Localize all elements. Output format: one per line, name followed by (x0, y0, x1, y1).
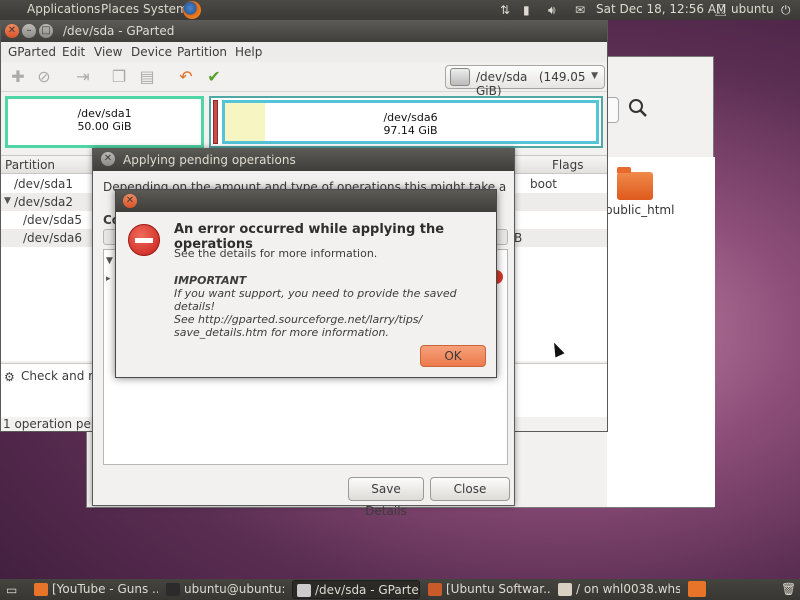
resize-move-icon[interactable]: ⇥ (73, 67, 93, 87)
location-dropdown-button[interactable] (607, 97, 619, 123)
software-center-icon (428, 583, 442, 596)
minimize-icon[interactable]: – (22, 24, 36, 38)
battery-icon[interactable]: ▮ (523, 3, 530, 17)
taskbar-item[interactable]: ubuntu@ubuntu: ~ (162, 580, 284, 599)
harddisk-icon (450, 68, 470, 86)
partition-block-name: /dev/sda1 (77, 107, 132, 120)
menubar: GParted Edit View Device Partition Help (1, 42, 607, 62)
error-icon (128, 224, 160, 256)
maximize-icon[interactable]: □ (39, 24, 53, 38)
partition-block-sda2[interactable]: /dev/sda6 97.14 GiB (209, 96, 603, 148)
paste-icon[interactable]: ▤ (137, 67, 157, 87)
gparted-icon (297, 584, 311, 597)
row-flags: boot (530, 177, 558, 191)
check-operation-icon: ⚙ (4, 370, 15, 384)
new-partition-icon[interactable]: ✚ (8, 67, 28, 87)
gparted-titlebar[interactable]: ✕ – □ /dev/sda - GParted (1, 21, 607, 42)
expander-icon[interactable]: ▸ (106, 274, 111, 284)
user-menu[interactable]: ubuntu (731, 2, 774, 16)
search-icon[interactable] (627, 97, 657, 123)
taskbar-item-label: ubuntu@ubuntu: ~ (184, 582, 284, 596)
ok-button[interactable]: OK (420, 345, 486, 367)
partition-map: /dev/sda1 50.00 GiB /dev/sda6 97.14 GiB (5, 95, 603, 149)
bottom-panel: ▭ [YouTube - Guns ... ubuntu@ubuntu: ~ /… (0, 579, 800, 600)
partition-block-sda6[interactable]: /dev/sda6 97.14 GiB (222, 100, 599, 144)
partition-block-sda5[interactable] (213, 100, 218, 144)
power-icon[interactable]: ⏻ (781, 3, 791, 17)
chevron-down-icon: ▼ (591, 71, 598, 81)
close-icon[interactable]: ✕ (123, 194, 137, 208)
row-partition-name: /dev/sda5 (23, 213, 83, 227)
folder-icon[interactable] (617, 167, 653, 200)
menu-device[interactable]: Device (131, 45, 172, 59)
error-subtext: See the details for more information. (174, 247, 378, 260)
window-title: /dev/sda - GParted (63, 24, 175, 38)
close-icon[interactable]: ✕ (5, 24, 19, 38)
row-partition-name: /dev/sda6 (23, 231, 83, 245)
taskbar-item-label: [Ubuntu Softwar... (446, 582, 550, 596)
detail-line: save_details.htm for more information. (174, 326, 389, 339)
partition-block-name: /dev/sda6 (383, 111, 438, 124)
device-selector[interactable]: /dev/sda (149.05 GiB) ▼ (445, 65, 605, 98)
places-menu[interactable]: Places (101, 2, 139, 16)
terminal-icon (166, 583, 180, 596)
statusbar: 1 operation pend (3, 417, 107, 431)
show-desktop-icon[interactable]: ▭ (6, 583, 17, 597)
row-partition-name: /dev/sda1 (14, 177, 74, 191)
taskbar-item-label: [YouTube - Guns ... (52, 582, 158, 596)
alert-titlebar[interactable]: ✕ (116, 190, 496, 212)
taskbar-item-label: / on whl0038.whs... (576, 582, 680, 596)
partition-block-size: 97.14 GiB (383, 124, 438, 137)
column-header-flags[interactable]: Flags (552, 158, 583, 172)
menu-help[interactable]: Help (235, 45, 262, 59)
error-detail: If you want support, you need to provide… (174, 287, 484, 339)
row-flags: B (514, 231, 523, 245)
close-button[interactable]: Close (430, 477, 510, 501)
menu-view[interactable]: View (94, 45, 122, 59)
mail-icon[interactable]: ✉ (575, 3, 585, 17)
expander-icon[interactable]: ▼ (106, 256, 113, 266)
menu-partition[interactable]: Partition (177, 45, 227, 59)
row-partition-name: /dev/sda2 (14, 195, 74, 209)
top-panel: Applications Places System ⇅ ▮ 🔊︎ ✉ Sat … (0, 0, 800, 20)
toolbar: ✚ ⊘ ⇥ ❐ ▤ ↶ ✔ /dev/sda (149.05 GiB) ▼ (1, 62, 607, 98)
copy-icon[interactable]: ❐ (109, 67, 129, 87)
dialog-title: Applying pending operations (123, 153, 296, 167)
expander-icon[interactable]: ▼ (4, 196, 11, 206)
apply-icon[interactable]: ✔ (204, 67, 224, 87)
device-label: /dev/sda (149.05 GiB) (476, 70, 586, 98)
taskbar-item[interactable]: [YouTube - Guns ... (30, 580, 158, 599)
taskbar-item[interactable]: [Ubuntu Softwar... (424, 580, 550, 599)
save-details-button[interactable]: Save Details (348, 477, 424, 518)
firefox-launcher-icon[interactable] (183, 1, 201, 19)
menu-gparted[interactable]: GParted (8, 45, 56, 59)
folder-icon (558, 583, 572, 596)
close-icon[interactable]: ✕ (101, 152, 115, 166)
important-label: IMPORTANT (174, 274, 247, 287)
network-icon[interactable]: ⇅ (500, 3, 510, 17)
taskbar-item[interactable]: /dev/sda - GParted (292, 580, 420, 599)
dialog-titlebar[interactable]: ✕ Applying pending operations (93, 149, 514, 171)
folder-label[interactable]: public_html (605, 203, 674, 217)
partition-block-size: 50.00 GiB (77, 120, 132, 133)
column-header-partition[interactable]: Partition (5, 158, 55, 172)
firefox-icon (34, 583, 48, 596)
system-menu[interactable]: System (143, 2, 188, 16)
trash-icon[interactable]: 🗑︎ (781, 582, 796, 596)
workspace-switcher-icon[interactable] (688, 581, 706, 597)
volume-icon[interactable]: 🔊︎ (548, 3, 556, 17)
delete-partition-icon[interactable]: ⊘ (34, 67, 54, 87)
undo-icon[interactable]: ↶ (176, 67, 196, 87)
error-alert-dialog: ✕ An error occurred while applying the o… (115, 189, 497, 378)
detail-line: See http://gparted.sourceforge.net/larry… (174, 313, 423, 326)
partition-block-sda1[interactable]: /dev/sda1 50.00 GiB (5, 96, 204, 148)
applications-menu[interactable]: Applications (27, 2, 100, 16)
detail-line: If you want support, you need to provide… (174, 287, 457, 313)
taskbar-item-label: /dev/sda - GParted (315, 583, 420, 597)
taskbar-item[interactable]: / on whl0038.whs... (554, 580, 680, 599)
clock[interactable]: Sat Dec 18, 12:56 AM (596, 2, 726, 16)
menu-edit[interactable]: Edit (62, 45, 85, 59)
user-icon[interactable]: 👤︎ (713, 3, 728, 17)
